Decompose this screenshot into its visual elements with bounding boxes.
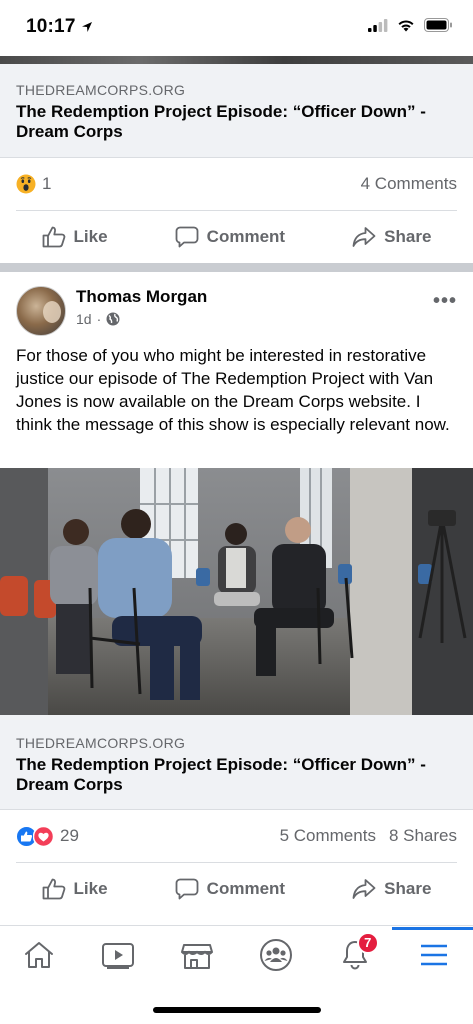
post-photo-scene xyxy=(0,468,473,715)
watch-icon xyxy=(102,942,135,969)
link-title: The Redemption Project Episode: “Officer… xyxy=(16,102,426,141)
post-actions: Like Comment Share xyxy=(0,863,473,915)
post-meta: 1d · xyxy=(76,311,207,327)
shares-count[interactable]: 8 Shares xyxy=(389,826,457,846)
reaction-count: 29 xyxy=(60,826,79,845)
status-time: 10:17 xyxy=(26,16,76,37)
link-title: The Redemption Project Episode: “Officer… xyxy=(16,755,426,794)
link-domain: THEDREAMCORPS.ORG xyxy=(16,735,186,751)
share-button[interactable]: Share xyxy=(352,878,431,900)
like-button[interactable]: Like xyxy=(42,226,108,248)
share-label: Share xyxy=(384,879,432,898)
home-indicator[interactable] xyxy=(153,1007,321,1013)
nav-notifications[interactable]: 7 xyxy=(325,928,385,982)
reactions-summary[interactable]: 1 xyxy=(16,174,51,194)
menu-icon xyxy=(420,944,447,965)
status-indicators xyxy=(368,18,453,32)
share-icon xyxy=(352,879,376,899)
author-name[interactable]: Thomas Morgan xyxy=(76,287,207,307)
post-text: For those of you who might be interested… xyxy=(16,346,450,434)
nav-watch[interactable] xyxy=(88,928,148,982)
like-label: Like xyxy=(73,227,108,246)
wifi-icon xyxy=(398,19,414,31)
marketplace-icon xyxy=(181,943,214,969)
comment-icon xyxy=(175,226,199,248)
thumbs-up-icon xyxy=(42,878,65,900)
previous-link-preview[interactable]: THEDREAMCORPS.ORG The Redemption Project… xyxy=(0,64,473,158)
thumbs-up-icon xyxy=(42,226,65,248)
groups-icon xyxy=(259,938,292,971)
comments-count[interactable]: 5 Comments xyxy=(280,826,376,846)
nav-groups[interactable] xyxy=(246,928,306,982)
meta-dot: · xyxy=(96,311,102,327)
avatar[interactable] xyxy=(16,286,66,336)
notification-badge: 7 xyxy=(356,931,379,954)
home-icon xyxy=(25,941,54,968)
post-separator xyxy=(0,263,473,272)
post-stats: 29 5 Comments 8 Shares xyxy=(0,810,473,862)
location-arrow-icon xyxy=(82,22,92,32)
post-link-preview[interactable]: THEDREAMCORPS.ORG The Redemption Project… xyxy=(0,715,473,810)
bottom-navigation: 7 xyxy=(0,925,473,983)
battery-icon xyxy=(424,18,452,32)
comment-label: Comment xyxy=(206,879,286,898)
status-bar: 10:17 xyxy=(0,0,473,56)
cellular-signal-icon xyxy=(368,18,388,32)
post-header: Thomas Morgan 1d · ••• xyxy=(0,272,473,344)
wow-reaction-icon xyxy=(16,174,36,194)
reaction-count: 1 xyxy=(42,174,52,193)
reactions-summary[interactable]: 29 xyxy=(16,825,79,847)
post-time[interactable]: 1d xyxy=(76,311,92,327)
comment-icon xyxy=(175,878,199,900)
previous-post-image[interactable] xyxy=(0,56,473,64)
comment-label: Comment xyxy=(206,227,286,246)
like-button[interactable]: Like xyxy=(42,878,108,900)
comments-count[interactable]: 4 Comments xyxy=(361,174,457,194)
nav-home[interactable] xyxy=(9,928,69,982)
love-reaction-icon xyxy=(33,826,54,847)
reaction-icons xyxy=(16,825,54,847)
more-options-icon[interactable]: ••• xyxy=(433,290,457,313)
share-button[interactable]: Share xyxy=(352,226,431,248)
previous-post-stats: 1 4 Comments xyxy=(0,158,473,210)
nav-marketplace[interactable] xyxy=(167,928,227,982)
comment-button[interactable]: Comment xyxy=(175,226,285,248)
news-feed[interactable]: THEDREAMCORPS.ORG The Redemption Project… xyxy=(0,56,473,915)
share-label: Share xyxy=(384,227,432,246)
comment-button[interactable]: Comment xyxy=(175,878,285,900)
nav-menu[interactable] xyxy=(391,926,473,982)
globe-icon xyxy=(106,312,120,326)
link-domain: THEDREAMCORPS.ORG xyxy=(16,82,186,98)
like-label: Like xyxy=(73,879,108,898)
previous-post-actions: Like Comment Share xyxy=(0,211,473,263)
share-icon xyxy=(352,227,376,247)
post-image[interactable] xyxy=(0,468,473,715)
